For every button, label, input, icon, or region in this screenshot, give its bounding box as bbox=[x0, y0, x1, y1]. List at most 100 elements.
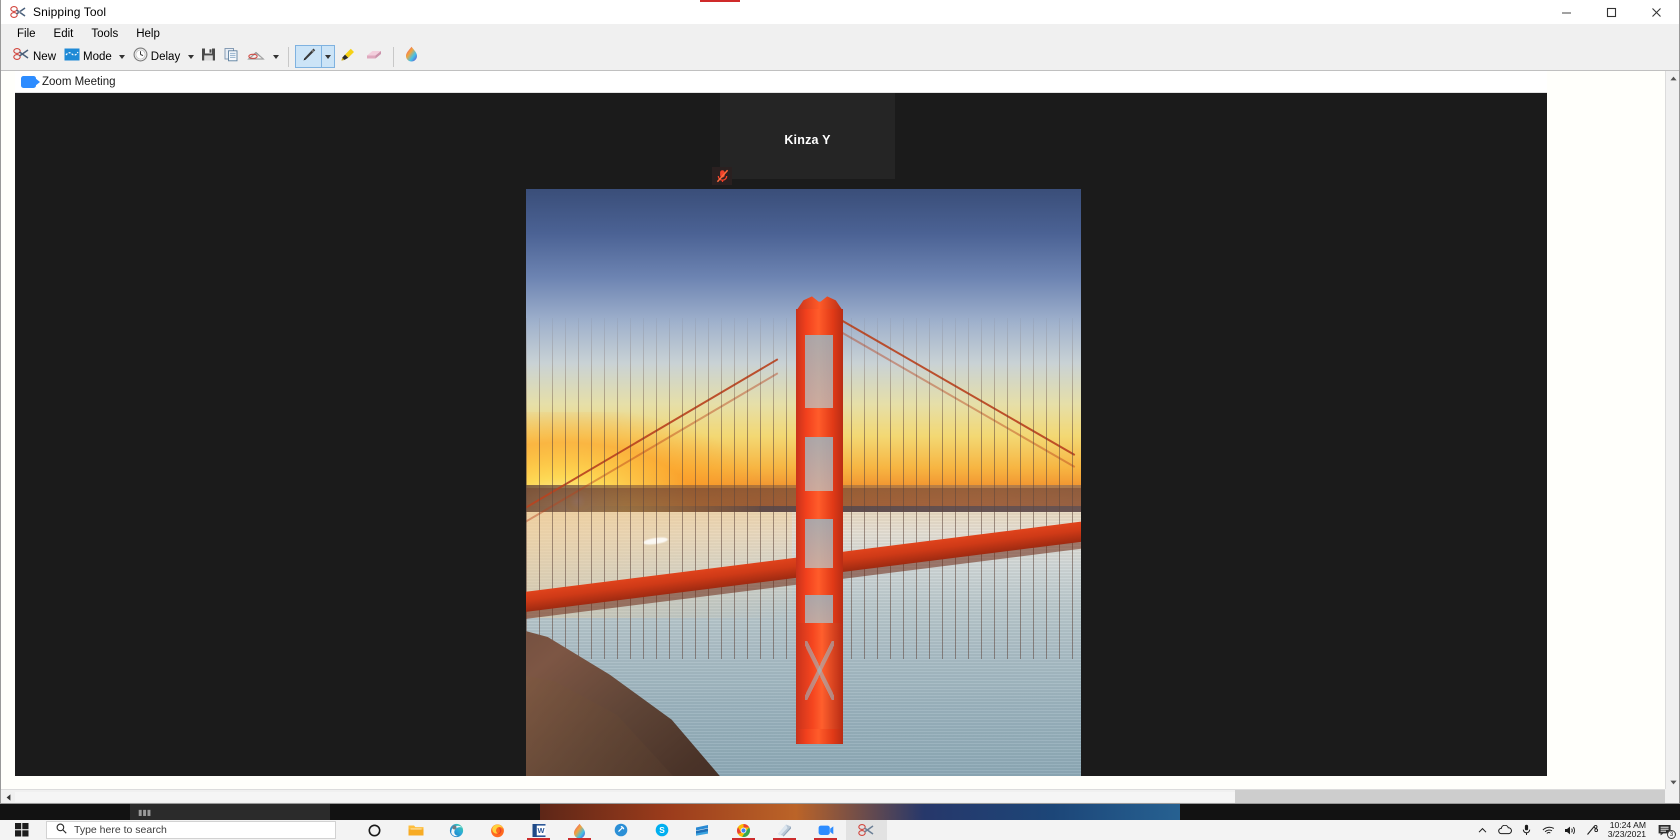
scissors-icon bbox=[13, 47, 30, 66]
start-button[interactable] bbox=[0, 820, 44, 840]
clock[interactable]: 10:24 AM 3/23/2021 bbox=[1604, 821, 1652, 839]
taskbar-item-notebook[interactable] bbox=[764, 820, 805, 840]
hscroll-track[interactable] bbox=[1235, 790, 1665, 803]
send-dropdown-arrow[interactable] bbox=[269, 45, 282, 68]
eraser-tool-button[interactable] bbox=[360, 45, 387, 68]
scissors-icon bbox=[9, 4, 27, 20]
delay-dropdown-arrow[interactable] bbox=[184, 45, 197, 68]
tower-opening-1 bbox=[805, 334, 834, 408]
svg-text:W: W bbox=[537, 826, 544, 835]
close-button[interactable] bbox=[1634, 0, 1679, 24]
paint3d-droplet-icon bbox=[404, 46, 419, 67]
taskbar: Type here to search W S 10:24 AM 3/23/20… bbox=[0, 820, 1680, 840]
taskbar-item-cortana[interactable] bbox=[354, 820, 395, 840]
chevron-up-icon[interactable] bbox=[1472, 820, 1494, 840]
background-window-tab[interactable]: ▮▮▮ bbox=[130, 804, 330, 820]
background-zoom-window[interactable]: ▮▮▮ bbox=[0, 804, 1680, 820]
toolbar-separator-2 bbox=[393, 46, 395, 67]
menu-bar: File Edit Tools Help bbox=[1, 24, 1679, 43]
snip-window-header: Zoom Meeting bbox=[15, 71, 1547, 93]
taskbar-items: W S bbox=[354, 820, 887, 840]
copy-button[interactable] bbox=[220, 45, 243, 68]
chevron-down-icon[interactable] bbox=[1666, 775, 1679, 789]
mode-button[interactable]: Mode bbox=[60, 45, 116, 68]
snipping-tool-window: Snipping Tool File Edit Tools Help New M… bbox=[0, 0, 1680, 804]
taskbar-item-skype[interactable]: S bbox=[641, 820, 682, 840]
eraser-icon bbox=[364, 47, 383, 66]
mode-icon bbox=[64, 48, 80, 66]
copy-icon bbox=[224, 47, 239, 67]
cloud-icon[interactable] bbox=[1494, 820, 1516, 840]
notification-count: 3 bbox=[1667, 830, 1676, 839]
hscroll-thumb[interactable] bbox=[15, 792, 1235, 802]
search-icon bbox=[56, 821, 67, 839]
participant-tile: Kinza Y bbox=[720, 93, 895, 179]
taskbar-item-microsoft-edge[interactable] bbox=[436, 820, 477, 840]
search-input[interactable]: Type here to search bbox=[46, 821, 336, 839]
menu-file[interactable]: File bbox=[8, 27, 45, 41]
microphone-muted-icon bbox=[712, 167, 732, 185]
taskbar-item-chrome[interactable] bbox=[723, 820, 764, 840]
speaker-icon[interactable] bbox=[1560, 820, 1582, 840]
search-placeholder: Type here to search bbox=[74, 824, 167, 836]
delay-button[interactable]: Delay bbox=[129, 45, 184, 68]
snip-canvas[interactable]: Zoom Meeting Kinza Y bbox=[1, 70, 1679, 803]
microphone-icon[interactable] bbox=[1516, 820, 1538, 840]
highlighter-tool-button[interactable] bbox=[335, 45, 360, 68]
mode-dropdown-arrow[interactable] bbox=[116, 45, 129, 68]
paint-3d-button[interactable] bbox=[400, 45, 423, 68]
highlighter-icon bbox=[339, 47, 356, 67]
canvas-viewport: Zoom Meeting Kinza Y bbox=[1, 71, 1665, 789]
taskbar-item-word[interactable]: W bbox=[518, 820, 559, 840]
email-icon bbox=[247, 47, 265, 66]
zoom-camera-icon bbox=[21, 75, 40, 88]
scrollbar-corner bbox=[1665, 789, 1679, 803]
pen-tool-button[interactable] bbox=[295, 45, 323, 68]
snip-window-title: Zoom Meeting bbox=[42, 75, 116, 88]
new-snip-button[interactable]: New bbox=[9, 45, 60, 68]
menu-help[interactable]: Help bbox=[127, 27, 169, 41]
taskbar-item-snipping-tool[interactable] bbox=[846, 820, 887, 840]
chevron-left-icon[interactable] bbox=[1, 790, 15, 803]
new-label: New bbox=[33, 50, 57, 63]
background-window-label: ▮▮▮ bbox=[138, 807, 152, 817]
pen-dropdown-arrow[interactable] bbox=[322, 45, 336, 68]
window-controls bbox=[1544, 0, 1679, 24]
floppy-disk-icon bbox=[201, 47, 216, 67]
svg-text:S: S bbox=[659, 825, 665, 835]
save-snip-button[interactable] bbox=[197, 45, 220, 68]
menu-tools[interactable]: Tools bbox=[82, 27, 127, 41]
horizontal-scrollbar[interactable] bbox=[1, 789, 1665, 803]
maximize-button[interactable] bbox=[1589, 0, 1634, 24]
window-title: Snipping Tool bbox=[33, 5, 107, 19]
clock-icon bbox=[133, 47, 148, 67]
action-center-icon[interactable]: 3 bbox=[1652, 820, 1678, 840]
background-video-strip bbox=[540, 804, 1180, 820]
pen-bluetooth-icon[interactable] bbox=[1582, 820, 1604, 840]
title-bar: Snipping Tool bbox=[1, 0, 1679, 24]
taskbar-item-zoom[interactable] bbox=[805, 820, 846, 840]
tower-opening-2 bbox=[805, 436, 834, 491]
chevron-up-icon[interactable] bbox=[1666, 71, 1679, 85]
taskbar-item-file-explorer[interactable] bbox=[395, 820, 436, 840]
clock-date: 3/23/2021 bbox=[1607, 829, 1646, 839]
tower-opening-3 bbox=[805, 518, 834, 569]
taskbar-item-firefox[interactable] bbox=[477, 820, 518, 840]
bridge-pier-bracing bbox=[804, 640, 835, 700]
system-tray: 10:24 AM 3/23/2021 3 bbox=[1472, 820, 1680, 840]
top-red-accent bbox=[700, 0, 740, 2]
mode-label: Mode bbox=[83, 50, 112, 63]
wifi-icon[interactable] bbox=[1538, 820, 1560, 840]
minimize-button[interactable] bbox=[1544, 0, 1589, 24]
menu-edit[interactable]: Edit bbox=[45, 27, 83, 41]
taskbar-item-paint-3d[interactable] bbox=[559, 820, 600, 840]
pen-icon bbox=[300, 47, 317, 67]
taskbar-item-microsoft-store[interactable] bbox=[682, 820, 723, 840]
captured-snip-image: Zoom Meeting Kinza Y bbox=[15, 71, 1547, 776]
taskbar-item-app-blue[interactable] bbox=[600, 820, 641, 840]
participant-name: Kinza Y bbox=[784, 133, 831, 147]
vertical-scrollbar[interactable] bbox=[1665, 71, 1679, 789]
toolbar-separator bbox=[288, 46, 290, 67]
shared-screen-photo bbox=[526, 189, 1081, 776]
send-snip-button[interactable] bbox=[243, 45, 269, 68]
